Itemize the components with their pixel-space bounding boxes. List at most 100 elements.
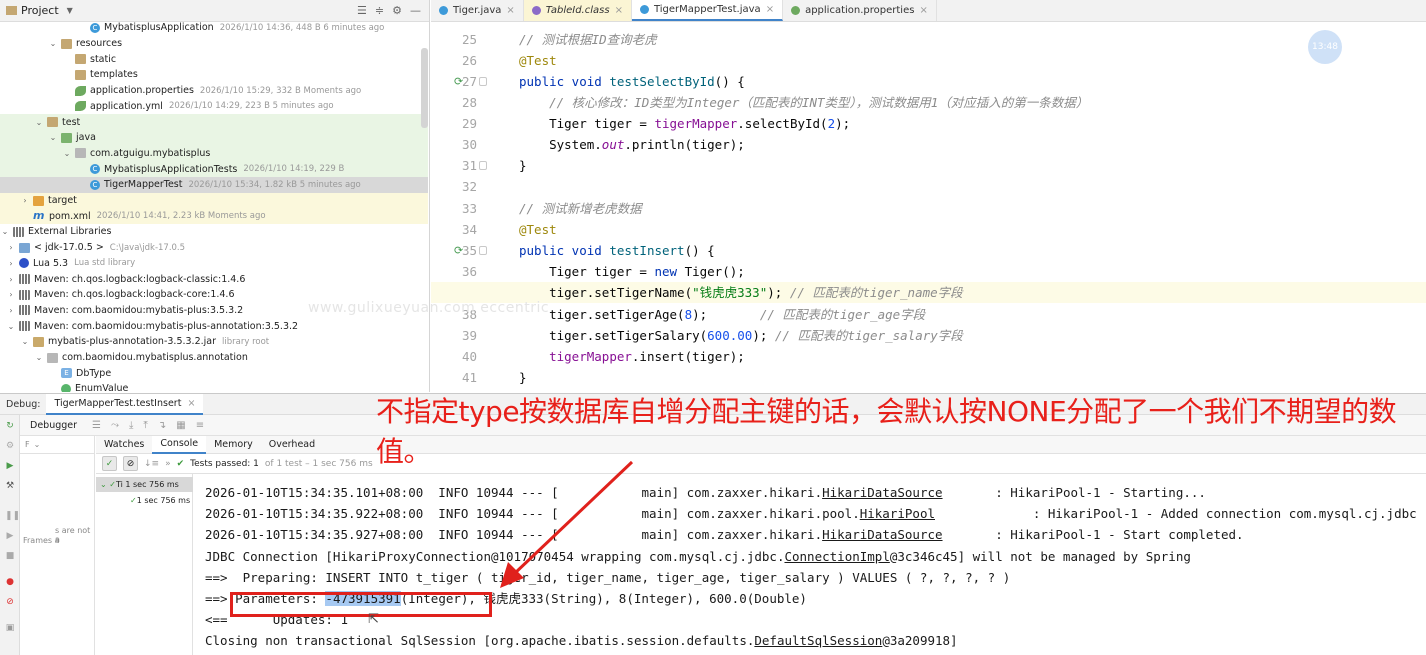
evaluate-icon[interactable]: ▦ (176, 420, 185, 431)
stop-icon[interactable]: ■ (5, 551, 15, 561)
editor-tab-label: TableId.class (545, 5, 610, 16)
chevron-down-icon[interactable]: ⌄ (34, 118, 44, 127)
tree-item[interactable]: › Maven: ch.qos.logback:logback-classic:1… (0, 271, 428, 287)
tree-item[interactable]: ⌄ Maven: com.baomidou:mybatis-plus-annota… (0, 318, 428, 334)
run-test-icon[interactable]: ⟳ (454, 75, 466, 88)
chevron-right-icon[interactable]: › (6, 259, 16, 268)
close-icon[interactable]: × (919, 5, 927, 16)
tree-item-meta: 2026/1/10 14:29, 223 B 5 minutes ago (168, 101, 334, 112)
tree-item-label: templates (90, 69, 138, 81)
debugger-tab[interactable]: Debugger (20, 420, 87, 431)
fold-icon[interactable] (479, 246, 487, 255)
chevron-down-icon[interactable]: ⌄ (62, 149, 72, 158)
tree-item[interactable]: ⌄ test (0, 114, 428, 130)
project-scrollbar[interactable] (421, 48, 428, 128)
folder-blue-icon (19, 242, 30, 253)
debug-subtab[interactable]: Overhead (261, 436, 323, 454)
chevron-right-icon[interactable]: › (6, 290, 16, 299)
tree-item[interactable]: C MybatisplusApplication 2026/1/10 14:36, … (0, 20, 428, 36)
tree-item[interactable]: EnumValue (0, 381, 428, 392)
editor-tab[interactable]: application.properties × (783, 0, 937, 21)
run-to-cursor-icon[interactable]: ↴ (158, 420, 166, 431)
chevron-right-icon[interactable]: › (6, 306, 16, 315)
close-icon[interactable]: × (506, 5, 514, 16)
editor-tab[interactable]: Tiger.java × (431, 0, 524, 21)
close-icon[interactable]: × (615, 5, 623, 16)
tree-item-label: Maven: com.baomidou:mybatis-plus-annotat… (34, 320, 299, 332)
chevron-down-icon[interactable]: ⌄ (20, 337, 30, 346)
tree-item[interactable]: ⌄ com.baomidou.mybatisplus.annotation (0, 350, 428, 366)
chevron-down-icon[interactable]: ⌄ (0, 227, 10, 236)
tree-item[interactable]: ⌄ External Libraries (0, 224, 428, 240)
debug-subtab[interactable]: Memory (206, 436, 261, 454)
test-tree-item[interactable]: ✓ 1 sec 756 ms (96, 493, 193, 508)
close-icon[interactable]: × (187, 398, 195, 409)
more-icon[interactable]: » (165, 459, 171, 469)
debug-subtab[interactable]: Console (152, 435, 207, 454)
chevron-right-icon[interactable]: › (6, 275, 16, 284)
step-into-icon[interactable]: ⤓ (129, 420, 133, 431)
pause-icon[interactable]: ❚❚ (5, 511, 20, 521)
step-out-icon[interactable]: ⤒ (143, 420, 147, 431)
tree-item[interactable]: C MybatisplusApplicationTests 2026/1/10 14… (0, 161, 428, 177)
tree-item[interactable]: ⌄ resources (0, 36, 428, 52)
console-output[interactable]: 2026-01-10T15:34:35.101+08:00 INFO 10944… (193, 474, 1426, 655)
debug-session-tab[interactable]: TigerMapperTest.testInsert × (46, 393, 204, 415)
rerun-icon[interactable]: ↻ (5, 421, 15, 431)
trace-icon[interactable]: ≡ (196, 420, 204, 431)
tree-item[interactable]: › target (0, 192, 428, 209)
run-test-icon[interactable]: ⟳ (454, 244, 466, 257)
step-icon[interactable]: ▶ (5, 531, 15, 541)
project-panel-title[interactable]: Project (21, 4, 59, 17)
sort-icon[interactable]: ↓≡ (144, 459, 159, 469)
debug-subtab[interactable]: Watches (96, 436, 152, 454)
fold-icon[interactable] (479, 161, 487, 170)
chevron-down-icon[interactable]: ⌄ (34, 440, 41, 449)
tree-item[interactable]: application.yml 2026/1/10 14:29, 223 B 5 … (0, 99, 428, 115)
line-number: 30 (461, 137, 477, 152)
tree-item[interactable]: m pom.xml 2026/1/10 14:41, 2.23 kB Moments… (0, 208, 428, 225)
editor-tab[interactable]: TableId.class × (523, 0, 632, 21)
chevron-down-icon[interactable]: ⌄ (48, 39, 58, 48)
gear-icon[interactable]: ⚙ (392, 4, 402, 17)
editor-tab[interactable]: TigerMapperTest.java × (631, 0, 784, 21)
chevron-down-icon[interactable]: ⌄ (48, 133, 58, 142)
folder-icon (47, 117, 58, 128)
chevron-down-icon[interactable]: ▼ (67, 6, 73, 15)
tree-item[interactable]: › Lua 5.3 Lua std library (0, 256, 428, 272)
test-tree-item[interactable]: ⌄ ✓ Ti 1 sec 756 ms (96, 477, 193, 492)
filter-icon[interactable]: F (25, 440, 30, 449)
tree-item[interactable]: static (0, 51, 428, 67)
settings-icon[interactable]: ⚙ (5, 441, 15, 451)
show-ignored-icon[interactable]: ⊘ (123, 456, 138, 471)
mute-breakpoints-icon[interactable]: ⊘ (5, 597, 15, 607)
tree-item[interactable]: E DbType (0, 365, 428, 381)
tree-item-meta: 2026/1/10 14:36, 448 B 6 minutes ago (219, 22, 385, 33)
chevron-right-icon[interactable]: › (20, 196, 30, 205)
resume-icon[interactable]: ▶ (5, 461, 15, 471)
tree-item[interactable]: ⌄ com.atguigu.mybatisplus (0, 145, 428, 162)
step-over-icon[interactable]: ⤳ (111, 420, 119, 431)
tree-item[interactable]: ⌄ mybatis-plus-annotation-3.5.3.2.jar libr… (0, 334, 428, 350)
fold-icon[interactable] (479, 77, 487, 86)
show-passed-icon[interactable]: ✓ (102, 456, 117, 471)
tree-item[interactable]: ⌄ java (0, 129, 428, 146)
menu-icon[interactable]: ☰ (92, 420, 101, 431)
breakpoint-icon[interactable]: ● (5, 577, 15, 587)
tree-item[interactable]: templates (0, 67, 428, 83)
tree-item[interactable]: application.properties 2026/1/10 15:29, 3… (0, 83, 428, 99)
test-tree: ⌄ ✓ Ti 1 sec 756 ms ✓ 1 sec 756 ms (96, 474, 193, 655)
close-icon[interactable]: × (766, 4, 774, 15)
tree-item[interactable]: C TigerMapperTest 2026/1/10 15:34, 1.82 kB… (0, 177, 428, 193)
chevron-right-icon[interactable]: › (6, 243, 16, 252)
expand-all-icon[interactable]: ≑ (375, 4, 384, 17)
minimize-icon[interactable]: — (410, 4, 421, 17)
chevron-down-icon[interactable]: ⌄ (6, 322, 16, 331)
package-icon (75, 148, 86, 159)
camera-icon[interactable]: ▣ (5, 623, 15, 633)
collapse-all-icon[interactable]: ☰ (357, 4, 367, 17)
line-number: 33 (461, 201, 477, 216)
wrench-icon[interactable]: ⚒ (5, 481, 15, 491)
chevron-down-icon[interactable]: ⌄ (34, 353, 44, 362)
tree-item[interactable]: › < jdk-17.0.5 > C:\Java\jdk-17.0.5 (0, 240, 428, 256)
